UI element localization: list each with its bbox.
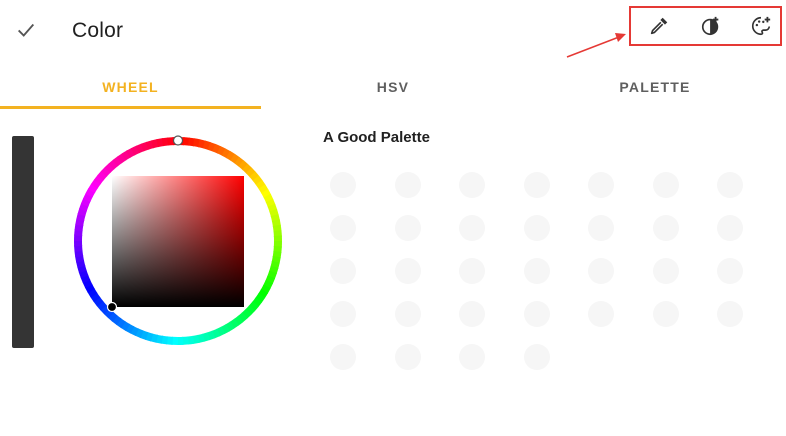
color-selector-handle[interactable] (106, 301, 118, 313)
palette-swatch[interactable] (330, 172, 356, 198)
active-tab-indicator (0, 106, 261, 109)
palette-swatch[interactable] (394, 258, 421, 284)
palette-swatch[interactable] (394, 215, 421, 241)
palette-swatch[interactable] (330, 344, 356, 370)
palette-swatch[interactable] (459, 344, 485, 370)
palette-swatch[interactable] (523, 215, 550, 241)
palette-swatch[interactable] (588, 172, 614, 198)
palette-swatch[interactable] (330, 301, 356, 327)
saturation-value-square[interactable] (112, 176, 244, 307)
palette-swatch[interactable] (588, 258, 614, 284)
palette-swatch[interactable] (652, 215, 679, 241)
add-color-button[interactable] (697, 12, 725, 40)
palette-swatch[interactable] (459, 215, 485, 241)
palette-swatch[interactable] (330, 215, 356, 241)
page-title: Color (72, 19, 124, 42)
palette-swatch[interactable] (717, 215, 743, 241)
eyedropper-button[interactable] (645, 12, 673, 40)
palette-name: A Good Palette (323, 129, 430, 146)
palette-swatch[interactable] (394, 172, 421, 198)
tab-palette[interactable]: PALETTE (524, 66, 786, 108)
palette-swatch[interactable] (717, 172, 743, 198)
tab-bar: WHEEL HSV PALETTE (0, 66, 786, 110)
brightness-slider[interactable] (12, 136, 34, 348)
palette-swatch[interactable] (717, 301, 743, 327)
tab-hsv[interactable]: HSV (262, 66, 524, 108)
palette-swatch[interactable] (330, 258, 356, 284)
hue-selector-handle[interactable] (172, 135, 184, 146)
palette-swatch[interactable] (588, 301, 614, 327)
palette-swatch[interactable] (652, 301, 679, 327)
tab-wheel[interactable]: WHEEL (0, 66, 261, 108)
palette-swatch[interactable] (394, 301, 421, 327)
color-wheel[interactable] (72, 135, 284, 347)
palette-swatch[interactable] (523, 172, 550, 198)
add-palette-button[interactable] (747, 12, 775, 40)
palette-swatch[interactable] (459, 258, 485, 284)
palette-swatch[interactable] (652, 172, 679, 198)
check-icon (18, 23, 35, 37)
palette-swatch[interactable] (523, 344, 550, 370)
palette-swatch[interactable] (523, 258, 550, 284)
confirm-button[interactable] (12, 16, 40, 44)
palette-swatch[interactable] (459, 172, 485, 198)
annotation-arrow (566, 33, 626, 58)
palette-swatch[interactable] (652, 258, 679, 284)
palette-swatch[interactable] (459, 301, 485, 327)
palette-swatch-grid (330, 172, 750, 372)
color-add-icon (701, 16, 719, 36)
palette-add-icon (752, 16, 771, 36)
palette-swatch[interactable] (588, 215, 614, 241)
palette-swatch[interactable] (523, 301, 550, 327)
palette-swatch[interactable] (394, 344, 421, 370)
palette-swatch[interactable] (717, 258, 743, 284)
eyedropper-icon (650, 17, 668, 35)
